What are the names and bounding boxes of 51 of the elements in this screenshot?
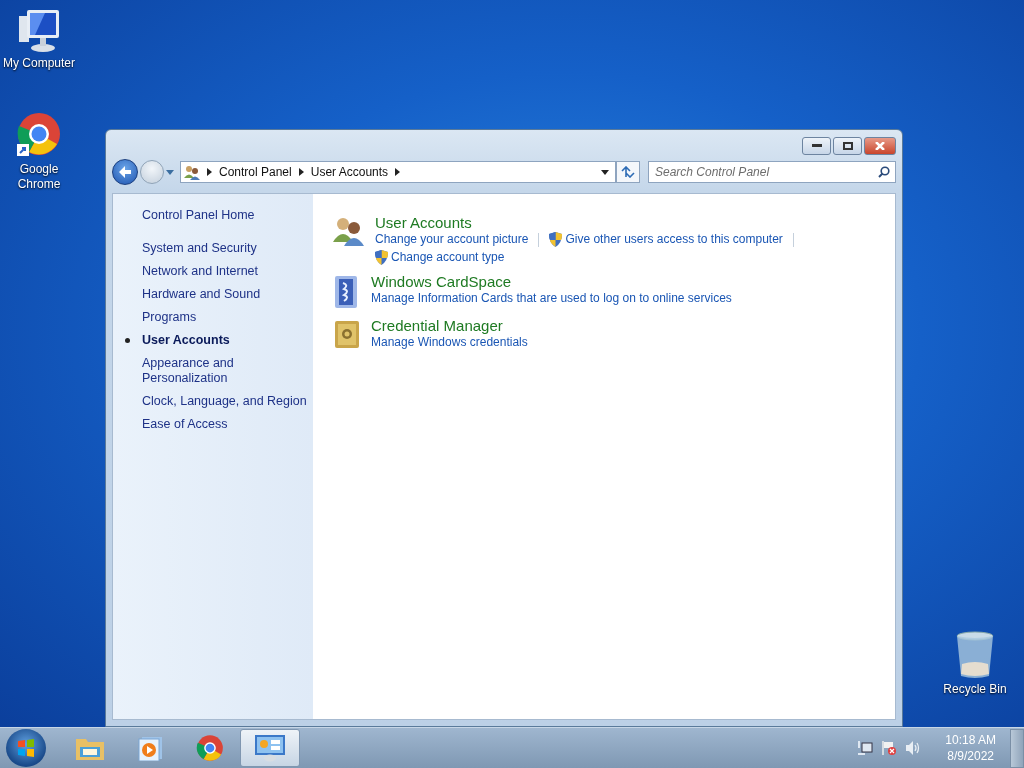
vault-icon [333, 319, 361, 349]
task-link[interactable]: Manage Information Cards that are used to log on to online services [371, 291, 732, 306]
close-button[interactable] [864, 137, 896, 155]
minimize-icon [811, 144, 822, 148]
network-icon[interactable] [857, 740, 874, 756]
search-icon [878, 166, 890, 178]
back-arrow-icon [118, 166, 132, 178]
maximize-icon [842, 142, 853, 150]
maximize-button[interactable] [833, 137, 862, 155]
chevron-icon[interactable] [395, 168, 401, 176]
sidebar-link[interactable]: System and Security [142, 241, 313, 256]
taskbar-app-button[interactable] [240, 729, 300, 767]
chevron-icon[interactable] [298, 168, 304, 176]
chrome-icon [196, 734, 224, 762]
media-player-icon [137, 735, 163, 761]
task-link[interactable]: Change account type [391, 250, 505, 265]
desktop-icon-label[interactable]: My Computer [3, 56, 75, 71]
refresh-icon [621, 166, 635, 178]
users-icon [333, 216, 365, 246]
start-button[interactable] [6, 729, 46, 767]
sidebar-link[interactable]: Hardware and Sound [142, 287, 313, 302]
control-panel-icon [254, 734, 286, 762]
category-link[interactable]: Credential Manager [371, 317, 528, 335]
task-link[interactable]: Give other users access to this computer [565, 232, 783, 247]
desktop-icon-label[interactable]: Recycle Bin [943, 682, 1007, 697]
sidebar-link[interactable]: User Accounts [142, 333, 313, 348]
windows-logo-icon [17, 739, 35, 757]
minimize-button[interactable] [802, 137, 831, 155]
desktop-icon-label[interactable]: Google Chrome [17, 162, 61, 192]
breadcrumb-item[interactable]: Control Panel [219, 165, 292, 179]
breadcrumb-item[interactable]: User Accounts [310, 165, 389, 179]
users-icon [184, 164, 200, 180]
sidebar-link[interactable]: Appearance and Personalization [142, 356, 313, 386]
chevron-icon[interactable] [207, 168, 212, 176]
task-link[interactable]: Change your account picture [375, 232, 529, 247]
address-bar[interactable]: Control Panel User Accounts [180, 161, 616, 183]
search-field[interactable]: Search Control Panel [648, 161, 896, 183]
sidebar-link[interactable]: Clock, Language, and Region [142, 394, 313, 409]
dropdown-caret-icon[interactable] [601, 169, 609, 175]
category-link[interactable]: Windows CardSpace [371, 273, 732, 291]
sidebar-link[interactable]: Control Panel Home [142, 208, 313, 223]
refresh-button[interactable] [616, 161, 640, 183]
close-icon [875, 142, 885, 150]
task-link[interactable]: Manage Windows credentials [371, 335, 528, 350]
sidebar-link[interactable]: Ease of Access [142, 417, 313, 432]
category-link[interactable]: User Accounts [375, 214, 805, 232]
back-button[interactable] [112, 159, 138, 185]
flag-icon[interactable] [881, 740, 898, 756]
sidebar-link[interactable]: Programs [142, 310, 313, 325]
sidebar-link[interactable]: Network and Internet [142, 264, 313, 279]
recycle-bin-icon[interactable] [955, 630, 995, 680]
